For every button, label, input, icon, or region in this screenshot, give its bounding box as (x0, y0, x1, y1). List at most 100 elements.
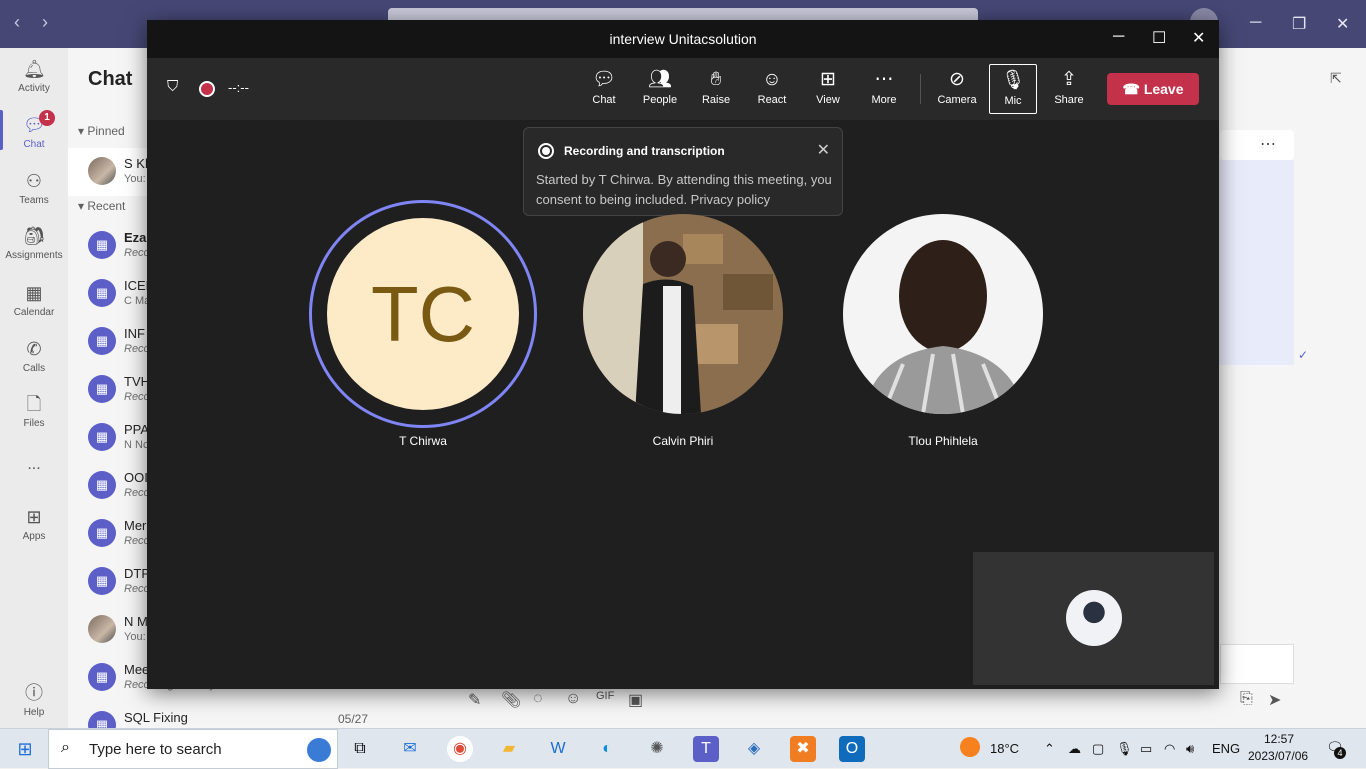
people-icon: 👥︎ (647, 69, 673, 90)
meeting-calendar-icon: ▦ (88, 423, 116, 451)
loop-icon[interactable]: ◌ (533, 690, 543, 708)
meet-now-icon[interactable]: ⎘ (1240, 690, 1253, 708)
rail-calendar[interactable]: ▦ Calendar (0, 282, 68, 318)
avatar (88, 157, 116, 185)
app-rail: 🔔︎ Activity 💬︎ 1 Chat ⚇ Teams 🎒︎ Assignm… (0, 48, 68, 728)
recent-section[interactable]: ▾ Recent (78, 199, 125, 213)
xampp-icon[interactable]: ✖ (790, 736, 816, 762)
volume-icon[interactable]: 🔊︎ (1186, 741, 1194, 757)
attach-icon[interactable]: 📎︎ (501, 690, 521, 710)
chrome-icon[interactable]: ◉ (447, 736, 473, 762)
more-button[interactable]: ⋯ More (858, 64, 910, 114)
weather-temp[interactable]: 18°C (990, 741, 1019, 756)
restore-icon[interactable]: ❐ (1292, 14, 1306, 34)
rail-label: Assignments (5, 250, 63, 261)
meeting-window: interview Unitacsolution ─ ☐ ✕ ⛉ --:-- 💬… (147, 20, 1219, 689)
calendar-icon: ▦ (25, 283, 43, 303)
mic-tray-icon[interactable]: 🎙︎ (1116, 741, 1133, 757)
teams-taskbar-icon[interactable]: T (693, 736, 719, 762)
close-icon[interactable]: ✕ (1192, 28, 1205, 48)
chat-button[interactable]: 💬︎ Chat (578, 64, 630, 114)
participant-tile[interactable]: Tlou Phihlela (843, 214, 1043, 448)
participant-avatar (843, 214, 1043, 414)
recording-icon (538, 143, 554, 159)
meeting-calendar-icon: ▦ (88, 711, 116, 728)
recording-icon (199, 81, 215, 97)
rail-more[interactable]: ... (0, 456, 68, 474)
smile-icon: ☺ (762, 69, 782, 90)
close-icon[interactable]: ✕ (1336, 14, 1349, 34)
camera-button[interactable]: ⊘ Camera (931, 64, 983, 114)
outlook-icon[interactable]: O (839, 736, 865, 762)
rail-apps[interactable]: ⊞ Apps (0, 506, 68, 542)
minimize-icon[interactable]: ─ (1250, 14, 1261, 32)
send-icon[interactable]: ➤ (1268, 690, 1281, 710)
leave-button[interactable]: ☎ Leave (1107, 73, 1199, 105)
chatgpt-icon[interactable]: ✺ (644, 736, 670, 762)
taskbar: ⊞ ⌕ Type here to search ⧉ ✉ ◉ ▰ W ◐ ✺ T … (0, 728, 1366, 769)
battery-icon[interactable]: ▭ (1140, 741, 1152, 757)
wifi-icon[interactable]: ◠ (1164, 741, 1175, 757)
meeting-calendar-icon: ▦ (88, 663, 116, 691)
weather-icon[interactable] (960, 737, 980, 757)
language-indicator[interactable]: ENG (1212, 741, 1240, 756)
participant-tile[interactable]: TC T Chirwa (309, 200, 537, 448)
rail-label: Help (23, 707, 45, 718)
emoji-icon[interactable]: ☺ (565, 690, 581, 708)
clock-time[interactable]: 12:57 (1264, 732, 1294, 746)
toast-body: Started by T Chirwa. By attending this m… (536, 172, 832, 207)
rail-chat[interactable]: 💬︎ 1 Chat (0, 110, 68, 150)
participant-photo (843, 214, 1043, 414)
close-icon[interactable]: ✕ (817, 140, 830, 160)
file-explorer-icon[interactable]: ▰ (496, 736, 522, 762)
rail-help[interactable]: ⓘ Help (0, 682, 68, 718)
onedrive-icon[interactable]: ☁ (1068, 741, 1081, 757)
participant-name: Tlou Phihlela (908, 434, 978, 448)
task-view-icon[interactable]: ⧉ (347, 736, 373, 762)
sticker-icon[interactable]: ▣ (628, 690, 643, 710)
mic-button[interactable]: 🎙︎ Mic (989, 64, 1037, 114)
rail-files[interactable]: 🗋 Files (0, 393, 68, 429)
participant-tile[interactable]: Calvin Phiri (583, 214, 783, 448)
popout-icon[interactable]: ⇱ (1330, 70, 1342, 87)
compose-box[interactable] (1220, 644, 1294, 684)
self-avatar (1066, 590, 1122, 646)
back-arrow-icon[interactable]: ‹ (14, 12, 20, 33)
self-view[interactable] (973, 552, 1214, 685)
meet-icon[interactable]: ▢ (1092, 741, 1104, 757)
avatar-initials: TC (371, 270, 475, 358)
read-receipt-icon: ✓ (1298, 348, 1309, 362)
shield-icon[interactable]: ⛉ (167, 78, 178, 95)
teams-icon: ⚇ (25, 171, 43, 191)
more-icon: ⋯ (874, 69, 894, 90)
chevron-up-icon[interactable]: ⌃ (1044, 741, 1055, 757)
format-icon[interactable]: ✎ (468, 690, 481, 710)
edge-icon[interactable]: ◐ (594, 736, 620, 762)
message-actions (1220, 130, 1294, 160)
view-button[interactable]: ⊞ View (802, 64, 854, 114)
people-button[interactable]: 👥︎ People (634, 64, 686, 114)
rail-teams[interactable]: ⚇ Teams (0, 170, 68, 206)
gif-icon[interactable]: GIF (596, 690, 614, 702)
virtualbox-icon[interactable]: ◈ (741, 736, 767, 762)
rail-label: Chat (23, 139, 45, 150)
react-button[interactable]: ☺ React (746, 64, 798, 114)
clock-date[interactable]: 2023/07/06 (1248, 749, 1308, 763)
windows-start-icon[interactable]: ⊞ (12, 736, 38, 762)
mail-icon[interactable]: ✉ (397, 736, 423, 762)
word-icon[interactable]: W (545, 736, 571, 762)
list-item[interactable]: ▦ SQL Fixing 05/27 (68, 702, 388, 728)
share-button[interactable]: ⇪ Share (1043, 64, 1095, 114)
maximize-icon[interactable]: ☐ (1152, 28, 1166, 48)
more-options-icon[interactable]: ⋯ (1260, 134, 1276, 154)
pinned-section[interactable]: ▾ Pinned (78, 124, 125, 138)
rail-calls[interactable]: ✆ Calls (0, 338, 68, 374)
rail-assignments[interactable]: 🎒︎ Assignments (0, 225, 68, 261)
raise-hand-button[interactable]: ✋︎ Raise (690, 64, 742, 114)
minimize-icon[interactable]: ─ (1113, 28, 1124, 46)
toolbar-divider (920, 74, 921, 104)
participant-name: Calvin Phiri (652, 434, 714, 448)
taskbar-search[interactable]: ⌕ Type here to search (48, 729, 338, 769)
forward-arrow-icon[interactable]: › (42, 12, 48, 33)
rail-activity[interactable]: 🔔︎ Activity (0, 58, 68, 94)
